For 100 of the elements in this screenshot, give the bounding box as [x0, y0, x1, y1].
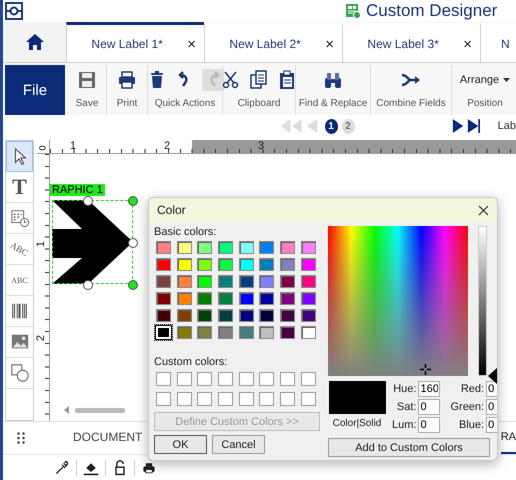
resize-handle[interactable] [128, 196, 138, 206]
resize-handle[interactable] [83, 196, 93, 206]
value-field[interactable]: 0 [486, 417, 497, 433]
color-swatch[interactable] [176, 326, 192, 339]
color-swatch[interactable] [238, 241, 254, 254]
close-tab-button[interactable]: × [187, 36, 196, 52]
custom-color-slot[interactable] [300, 392, 316, 406]
color-swatch[interactable] [259, 258, 274, 271]
color-swatch[interactable] [259, 326, 274, 339]
color-spectrum[interactable] [328, 226, 468, 376]
color-swatch[interactable] [280, 326, 296, 339]
color-swatch[interactable] [280, 241, 296, 254]
color-swatch[interactable] [280, 275, 296, 288]
value-field[interactable]: 0 [418, 417, 440, 433]
color-swatch[interactable] [259, 292, 274, 305]
page-button[interactable]: 1 [324, 118, 338, 134]
resize-handle[interactable] [128, 238, 138, 248]
custom-color-slot[interactable] [300, 372, 316, 386]
color-swatch[interactable] [259, 309, 274, 322]
color-swatch[interactable] [218, 292, 234, 305]
panel-tab[interactable]: DOCUMENT [73, 422, 142, 454]
custom-color-slot[interactable] [197, 392, 212, 406]
scrollbar-thumb[interactable] [75, 408, 125, 412]
custom-color-slot[interactable] [156, 372, 171, 386]
custom-color-slot[interactable] [218, 392, 234, 406]
color-swatch[interactable] [300, 309, 316, 322]
custom-color-slot[interactable] [238, 392, 254, 406]
cancel-button[interactable]: Cancel [212, 435, 265, 454]
custom-color-slot[interactable] [280, 372, 296, 386]
color-swatch[interactable] [238, 258, 254, 271]
color-swatch[interactable] [197, 309, 212, 322]
custom-color-slot[interactable] [156, 392, 171, 406]
close-icon[interactable] [478, 204, 489, 216]
value-field[interactable]: 0 [418, 399, 440, 415]
printer-button[interactable] [116, 69, 138, 91]
close-tab-button[interactable]: × [463, 36, 472, 52]
color-swatch[interactable] [156, 241, 171, 254]
arrange-menu[interactable]: Arrange [460, 74, 510, 86]
color-swatch[interactable] [197, 258, 212, 271]
label-tab[interactable]: New Label 3* × [342, 23, 480, 62]
color-swatch[interactable] [156, 275, 171, 288]
file-button[interactable]: File [5, 65, 65, 115]
color-swatch[interactable] [238, 292, 254, 305]
scroll-left-icon[interactable] [64, 406, 69, 414]
color-swatch[interactable] [176, 241, 192, 254]
resize-handle[interactable] [128, 280, 138, 290]
color-swatch[interactable] [218, 309, 234, 322]
add-to-custom-colors-button[interactable]: Add to Custom Colors [328, 438, 490, 457]
color-swatch[interactable] [280, 309, 296, 322]
color-swatch[interactable] [176, 292, 192, 305]
custom-color-slot[interactable] [176, 372, 192, 386]
color-swatch[interactable] [176, 258, 192, 271]
color-swatch[interactable] [238, 326, 254, 339]
resize-handle[interactable] [83, 280, 93, 290]
color-swatch[interactable] [218, 258, 234, 271]
save-button[interactable] [76, 69, 98, 91]
color-swatch[interactable] [176, 309, 192, 322]
custom-color-slot[interactable] [176, 392, 192, 406]
color-swatch[interactable] [259, 241, 274, 254]
custom-color-slot[interactable] [259, 372, 274, 386]
color-swatch[interactable] [300, 292, 316, 305]
custom-color-slot[interactable] [259, 392, 274, 406]
color-swatch[interactable] [218, 241, 234, 254]
color-swatch[interactable] [197, 241, 212, 254]
color-swatch[interactable] [218, 275, 234, 288]
copy-button[interactable] [248, 69, 270, 91]
color-swatch[interactable] [197, 326, 212, 339]
color-swatch[interactable] [280, 258, 296, 271]
custom-color-slot[interactable] [280, 392, 296, 406]
color-swatch[interactable] [156, 309, 171, 322]
value-field[interactable]: 0 [486, 381, 497, 397]
tool-button[interactable] [6, 141, 33, 172]
color-swatch[interactable] [300, 275, 316, 288]
color-swatch[interactable] [176, 275, 192, 288]
crosshair-icon[interactable] [420, 364, 431, 375]
last-page-icon[interactable] [466, 118, 480, 134]
label-tab[interactable]: New Label 2* × [204, 23, 342, 62]
color-swatch[interactable] [238, 275, 254, 288]
value-field[interactable]: 160 [418, 381, 440, 397]
color-swatch[interactable] [300, 326, 316, 339]
color-swatch[interactable] [218, 326, 234, 339]
color-swatch[interactable] [238, 309, 254, 322]
color-swatch[interactable] [259, 275, 274, 288]
ok-button[interactable]: OK [154, 435, 207, 454]
value-field[interactable]: 0 [486, 399, 497, 415]
color-swatch[interactable] [280, 292, 296, 305]
color-swatch[interactable] [156, 292, 171, 305]
color-swatch[interactable] [300, 258, 316, 271]
close-tab-button[interactable]: × [325, 36, 334, 52]
color-swatch[interactable] [197, 292, 212, 305]
grip-dots-icon[interactable] [17, 432, 25, 444]
next-page-icon[interactable] [452, 118, 464, 134]
color-swatch[interactable] [156, 258, 171, 271]
color-swatch[interactable] [300, 241, 316, 254]
label-tab[interactable]: New Label 1* × [66, 22, 204, 62]
custom-color-slot[interactable] [218, 372, 234, 386]
custom-color-slot[interactable] [238, 372, 254, 386]
color-swatch[interactable] [197, 275, 212, 288]
custom-color-slot[interactable] [197, 372, 212, 386]
label-tab[interactable]: N [480, 23, 516, 62]
